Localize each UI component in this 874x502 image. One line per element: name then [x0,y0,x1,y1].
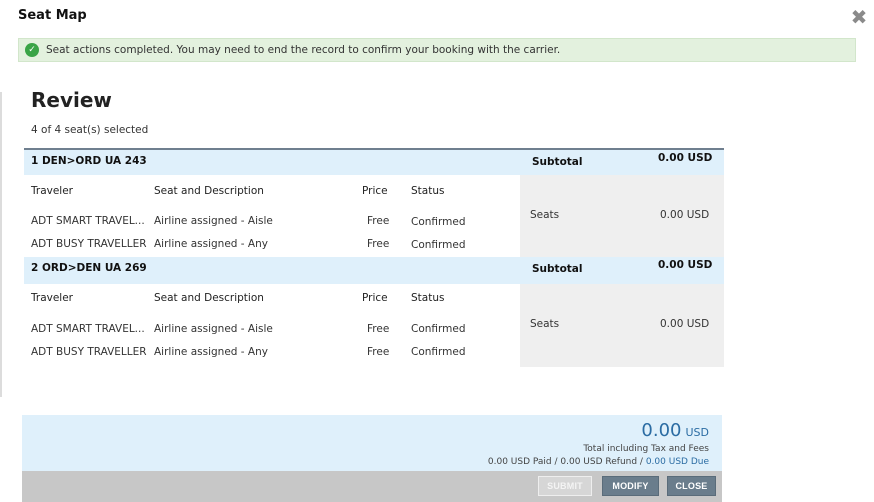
column-status: Status [411,292,445,304]
seats-label: Seats [530,318,560,330]
paid-refund-text: 0.00 USD Paid / 0.00 USD Refund / [487,457,646,467]
column-status: Status [411,185,445,197]
segment-1: 1 DEN>ORD UA 243 Subtotal 0.00 USD Seats… [24,148,724,258]
row-seat: Airline assigned - Any [154,238,268,250]
alert-message: Seat actions completed. You may need to … [46,44,561,56]
row-seat: Airline assigned - Any [154,346,268,358]
left-divider [0,92,2,397]
column-price: Price [362,292,388,304]
subtotal-label: Subtotal [532,156,583,168]
button-bar: SUBMIT MODIFY CLOSE [22,471,722,502]
subtotal-amount: 0.00 USD [658,152,713,164]
row-price: Free [367,238,390,250]
row-seat: Airline assigned - Aisle [154,215,273,227]
total-panel: 0.00 USD Total including Tax and Fees 0.0… [22,415,722,471]
total-paid-refund: 0.00 USD Paid / 0.00 USD Refund / 0.00 U… [488,457,709,467]
column-traveler: Traveler [31,292,73,304]
amount-due: 0.00 USD Due [645,457,709,467]
segment-summary: Seats 0.00 USD [520,175,724,258]
seats-amount: 0.00 USD [660,318,710,330]
row-status: Confirmed [411,239,466,251]
check-circle-icon: ✓ [25,43,39,57]
column-seat: Seat and Description [154,185,264,197]
success-alert: ✓ Seat actions completed. You may need t… [18,38,856,62]
row-price: Free [367,346,390,358]
dialog-title: Seat Map [18,8,87,23]
row-traveler: ADT SMART TRAVEL... [31,323,145,335]
seats-amount: 0.00 USD [660,209,710,221]
total-currency: USD [685,426,709,439]
seat-count: 4 of 4 seat(s) selected [31,124,149,136]
subtotal-label: Subtotal [532,263,583,275]
segment-summary: Seats 0.00 USD [520,284,724,367]
row-traveler: ADT BUSY TRAVELLER [31,238,147,250]
total-amount: 0.00 USD [641,420,709,441]
column-seat: Seat and Description [154,292,264,304]
row-seat: Airline assigned - Aisle [154,323,273,335]
subtotal-amount: 0.00 USD [658,259,713,271]
segment-header: 2 ORD>DEN UA 269 Subtotal 0.00 USD [24,257,724,284]
close-icon[interactable]: ✖ [850,7,868,27]
seats-label: Seats [530,209,560,221]
modify-button[interactable]: MODIFY [602,476,659,496]
row-price: Free [367,215,390,227]
row-traveler: ADT BUSY TRAVELLER [31,346,147,358]
segment-header: 1 DEN>ORD UA 243 Subtotal 0.00 USD [24,148,724,175]
column-price: Price [362,185,388,197]
row-status: Confirmed [411,216,466,228]
segment-2: 2 ORD>DEN UA 269 Subtotal 0.00 USD Seats… [24,257,724,367]
total-note: Total including Tax and Fees [583,444,709,454]
review-title: Review [31,88,112,112]
row-status: Confirmed [411,346,466,358]
row-traveler: ADT SMART TRAVEL... [31,215,145,227]
total-number: 0.00 [641,420,682,441]
row-status: Confirmed [411,323,466,335]
submit-button[interactable]: SUBMIT [538,476,592,496]
row-price: Free [367,323,390,335]
segment-label: 2 ORD>DEN UA 269 [31,262,147,274]
column-traveler: Traveler [31,185,73,197]
segment-label: 1 DEN>ORD UA 243 [31,155,147,167]
close-button[interactable]: CLOSE [667,476,716,496]
